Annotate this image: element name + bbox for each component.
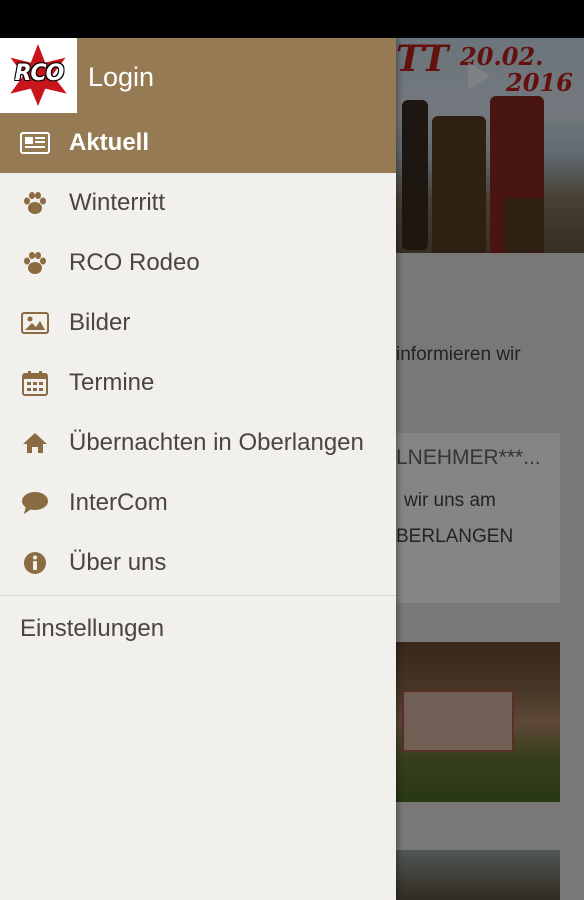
menu-item-rco-rodeo[interactable]: RCO Rodeo	[0, 233, 396, 293]
menu-item-uebernachten[interactable]: Übernachten in Oberlangen	[0, 413, 396, 473]
menu-item-label: Winterritt	[69, 189, 165, 216]
menu-item-label: Übernachten in Oberlangen	[69, 429, 364, 456]
calendar-icon	[19, 367, 51, 399]
status-bar	[0, 0, 584, 38]
menu-item-ueber-uns[interactable]: Über uns	[0, 533, 396, 593]
menu-item-label: Bilder	[69, 309, 131, 336]
login-label[interactable]: Login	[88, 62, 154, 93]
home-icon	[19, 427, 51, 459]
settings-item[interactable]: Einstellungen	[20, 615, 164, 643]
paw-icon	[19, 187, 51, 219]
menu-item-label: Aktuell	[69, 129, 150, 156]
paw-icon	[19, 247, 51, 279]
drawer-header[interactable]: RCO Login	[0, 38, 396, 113]
menu-item-bilder[interactable]: Bilder	[0, 293, 396, 353]
menu-divider	[0, 595, 396, 596]
newspaper-icon	[19, 127, 51, 159]
image-icon	[19, 307, 51, 339]
chat-bubble-icon	[19, 487, 51, 519]
rco-logo: RCO	[0, 38, 77, 113]
menu-item-termine[interactable]: Termine	[0, 353, 396, 413]
menu-item-intercom[interactable]: InterCom	[0, 473, 396, 533]
menu-item-label: Über uns	[69, 549, 167, 576]
drawer-menu: Aktuell Winterritt RCO Rodeo Bilder Term…	[0, 113, 396, 596]
menu-item-label: Termine	[69, 369, 155, 396]
logo-text: RCO	[14, 61, 65, 86]
menu-item-label: RCO Rodeo	[69, 249, 200, 276]
info-icon	[19, 547, 51, 579]
menu-item-label: InterCom	[69, 489, 168, 516]
menu-item-aktuell[interactable]: Aktuell	[0, 113, 396, 173]
navigation-drawer: RCO Login Aktuell Winterritt RCO Rodeo B…	[0, 38, 396, 900]
menu-item-winterritt[interactable]: Winterritt	[0, 173, 396, 233]
